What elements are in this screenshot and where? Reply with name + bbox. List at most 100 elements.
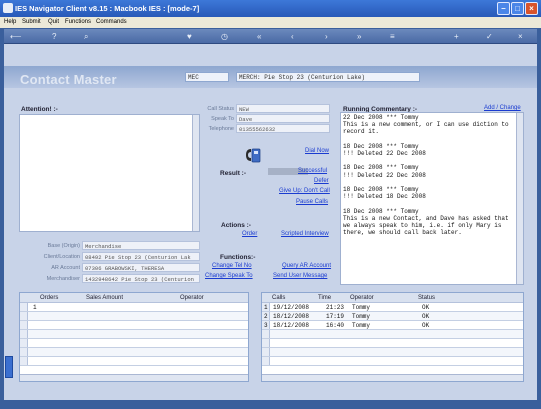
add-change-link[interactable]: Add / Change [484,105,521,111]
query-ar-link[interactable]: Query AR Account [282,263,331,269]
order-link[interactable]: Order [242,231,257,237]
calls-col-operator[interactable]: Operator [350,295,374,301]
call-time: 16:40 [326,322,345,329]
help-icon[interactable]: ? [52,31,56,42]
calls-grid[interactable]: Calls Time Operator Status 1 19/12/2008 … [261,292,524,382]
table-row[interactable] [20,348,248,357]
commentary-text: 22 Dec 2008 *** Tommy This is a new comm… [343,114,509,237]
call-time: 21:23 [326,304,345,311]
successful-link[interactable]: Successful [298,168,327,174]
functions-label: Functions:- [220,254,256,261]
speak-to-label: Speak To [211,116,234,122]
table-row[interactable] [262,339,523,348]
speak-to-field: Dave [236,114,330,123]
calls-header: Calls Time Operator Status [262,293,523,303]
actions-label: Actions :- [221,222,251,229]
exit-icon[interactable]: ⟵ [10,31,21,42]
pause-calls-link[interactable]: Pause Calls [296,199,328,205]
row-number: 2 [264,313,268,320]
base-label: Base (Origin) [47,243,80,249]
row-number: 3 [264,322,268,329]
minimize-button[interactable]: – [497,2,510,15]
telephone-icon[interactable] [244,146,262,164]
table-row[interactable] [20,321,248,330]
close-button[interactable]: × [525,2,538,15]
menu-quit[interactable]: Quit [48,19,59,25]
last-icon[interactable]: » [357,31,361,42]
table-row[interactable]: 2 18/12/2008 17:19 Tommy OK [262,312,523,321]
calls-col-status[interactable]: Status [418,295,435,301]
orders-col-operator[interactable]: Operator [180,295,204,301]
call-operator: Tommy [352,322,371,329]
attention-label: Attention! :- [21,106,58,113]
table-row[interactable] [20,330,248,339]
base-field: Merchandise [82,241,200,250]
prev-icon[interactable]: ‹ [291,31,294,42]
orders-header: Orders Sales Amount Operator [20,293,248,303]
attention-textarea[interactable] [19,114,200,232]
menu-commands[interactable]: Commands [96,19,127,25]
window-title: IES Navigator Client v8.15 : Macbook IES… [15,4,200,13]
orders-hscroll[interactable] [20,374,248,381]
give-up-link[interactable]: Give Up: Don't Call [279,188,330,194]
first-icon[interactable]: « [257,31,261,42]
orders-col-orders[interactable]: Orders [40,295,58,301]
menu-submit[interactable]: Submit [22,19,41,25]
call-status: OK [422,322,430,329]
cancel-icon[interactable]: × [518,31,523,42]
table-row[interactable]: 1 [20,303,248,312]
menu-help[interactable]: Help [4,19,16,25]
dial-now-link[interactable]: Dial Now [305,148,329,154]
call-date: 18/12/2008 [273,313,310,320]
maximize-button[interactable]: □ [511,2,524,15]
row-number: 1 [33,304,37,311]
table-row[interactable] [20,357,248,366]
call-status: OK [422,313,430,320]
table-row[interactable] [262,357,523,366]
orders-col-sales[interactable]: Sales Amount [86,295,123,301]
ok-icon[interactable]: ✓ [486,31,493,42]
table-row[interactable] [262,348,523,357]
table-row[interactable] [262,330,523,339]
calls-hscroll[interactable] [262,374,523,381]
merchandiser-label: Merchandiser [46,276,80,282]
add-icon[interactable]: + [454,31,459,42]
client-label: Client/Location [43,254,80,260]
merchandiser-field: 1432948642 Pie Stop 23 (Centurion [82,274,200,283]
telephone-field: 01355562632 [236,124,330,133]
calls-col-time[interactable]: Time [318,295,331,301]
call-status: OK [422,304,430,311]
scripted-interview-link[interactable]: Scripted Interview [281,231,329,237]
call-date: 19/12/2008 [273,304,310,311]
attention-scrollbar[interactable] [192,115,199,231]
orders-grid[interactable]: Orders Sales Amount Operator 1 [19,292,249,382]
call-date: 18/12/2008 [273,322,310,329]
ar-account-label: AR Account [51,265,80,271]
call-operator: Tommy [352,313,371,320]
side-status-tab[interactable] [5,356,13,378]
toolbar: ⟵ ? ⌕ ♥ ◷ « ‹ › » ≡ + ✓ × [4,29,537,44]
contact-field: MERCH: Pie Stop 23 (Centurion Lake) [236,72,420,82]
client-field: 08492 Pie Stop 23 (Centurion Lak [82,252,200,261]
change-tel-link[interactable]: Change Tel No [212,263,252,269]
next-icon[interactable]: › [325,31,328,42]
call-operator: Tommy [352,304,371,311]
commentary-scrollbar[interactable] [516,113,523,284]
table-row[interactable]: 1 19/12/2008 21:23 Tommy OK [262,303,523,312]
table-row[interactable]: 3 18/12/2008 16:40 Tommy OK [262,321,523,330]
table-row[interactable] [20,339,248,348]
list-icon[interactable]: ≡ [390,31,395,42]
table-row[interactable] [20,312,248,321]
history-icon[interactable]: ◷ [221,31,228,42]
call-status-field: NEW [236,104,330,113]
menu-functions[interactable]: Functions [65,19,91,25]
defer-link[interactable]: Defer [314,178,329,184]
send-message-link[interactable]: Send User Message [273,273,327,279]
call-status-label: Call Status [207,106,234,112]
calls-col-calls[interactable]: Calls [272,295,285,301]
change-speak-link[interactable]: Change Speak To [205,273,253,279]
result-label: Result :- [220,170,246,177]
call-time: 17:19 [326,313,345,320]
heart-icon[interactable]: ♥ [187,31,192,42]
search-icon[interactable]: ⌕ [84,31,88,42]
